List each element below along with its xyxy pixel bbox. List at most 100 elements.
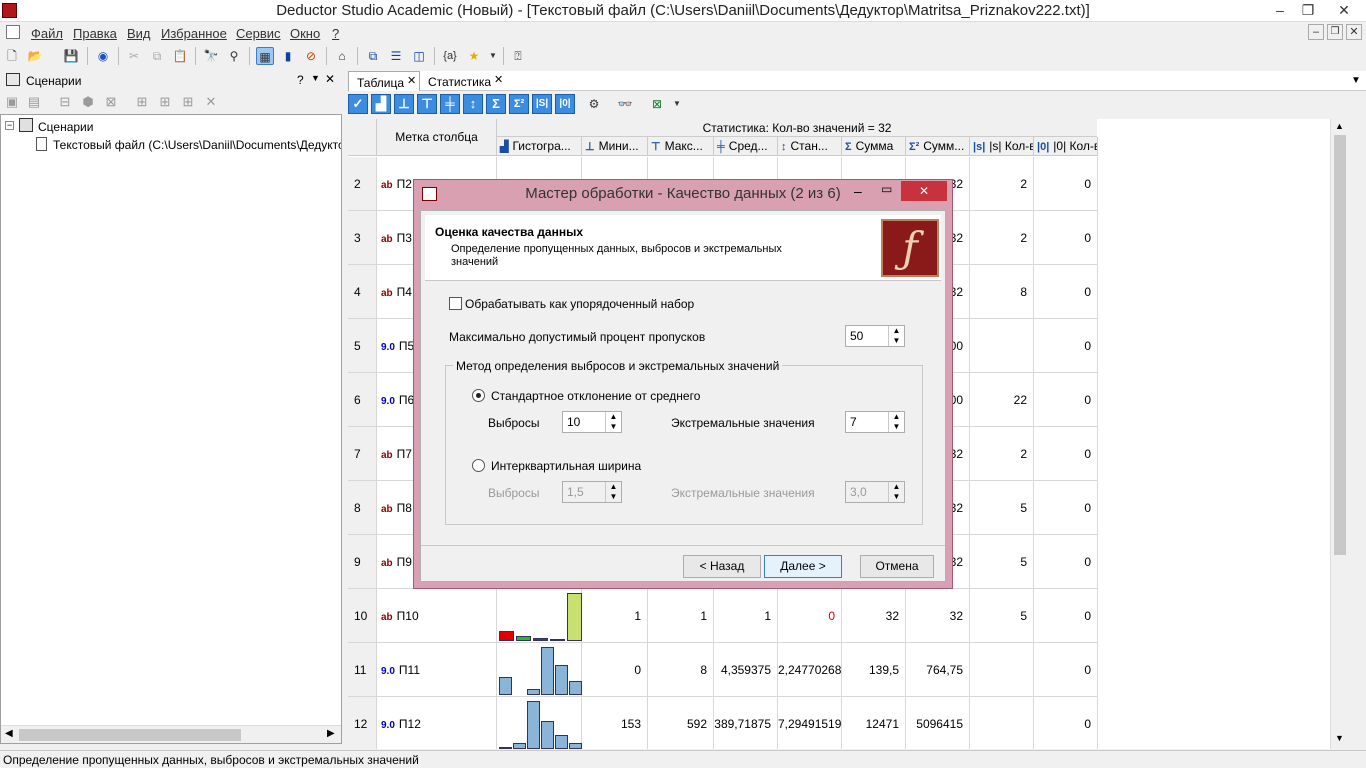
std-icon[interactable]: ↕ — [463, 94, 483, 114]
extreme-std-spinner[interactable]: 7 ▲ ▼ — [845, 411, 905, 433]
export-dropdown-icon[interactable]: ▼ — [668, 95, 686, 113]
scroll-left-icon[interactable]: ◀ — [5, 728, 13, 739]
column-header[interactable]: ▟ Гистогра... — [497, 137, 582, 156]
pane-close-icon[interactable]: ✕ — [325, 72, 335, 86]
tree-item-text-file[interactable]: Текстовый файл (C:\Users\Daniil\Document… — [53, 138, 341, 152]
wizard-icon[interactable]: ▤ — [25, 93, 43, 111]
web-icon[interactable]: ◉ — [94, 47, 112, 65]
horizontal-scrollbar[interactable]: ◀ ▶ — [1, 725, 341, 743]
variables-icon[interactable]: {a} — [441, 47, 459, 65]
menu-window[interactable]: Окно — [290, 26, 320, 41]
close-button[interactable]: ✕ — [1322, 0, 1366, 20]
favorites-dropdown-icon[interactable]: ▼ — [484, 47, 502, 65]
scroll-down-icon[interactable]: ▼ — [1335, 733, 1344, 743]
menu-service[interactable]: Сервис — [236, 26, 281, 41]
mdi-restore-button[interactable]: ❐ — [1327, 24, 1343, 40]
view-icon[interactable]: 👓 — [616, 95, 634, 113]
sum-icon[interactable]: Σ — [486, 94, 506, 114]
mean-icon[interactable]: ╪ — [440, 94, 460, 114]
column-header[interactable]: Σ² Сумм... — [906, 137, 970, 156]
favorites-star-icon[interactable]: ★ — [465, 47, 483, 65]
dialog-minimize-button[interactable]: – — [854, 183, 862, 199]
column-label-header[interactable]: Метка столбца — [377, 119, 497, 156]
open-folder-icon[interactable]: 📂 — [26, 47, 44, 65]
collapse-toggle-icon[interactable]: − — [5, 121, 14, 130]
cut-icon[interactable]: ✂ — [125, 47, 143, 65]
excel-export-icon[interactable]: ⊠ — [648, 95, 666, 113]
tab-table[interactable]: Таблица ✕ — [348, 71, 420, 91]
menu-file[interactable]: Файл — [31, 26, 63, 41]
row-number[interactable]: 7 — [348, 427, 377, 481]
row-number[interactable]: 3 — [348, 211, 377, 265]
delete-icon[interactable]: ✕ — [202, 93, 220, 111]
tree-move-icon[interactable]: ⊞ — [179, 93, 197, 111]
cascade-icon[interactable]: ⧉ — [364, 47, 382, 65]
spinner-arrows-icon[interactable]: ▲ ▼ — [605, 482, 621, 502]
row-label[interactable]: ab П10 — [377, 589, 497, 643]
check-icon[interactable]: ✓ — [348, 94, 368, 114]
copy-icon[interactable]: ⧉ — [148, 47, 166, 65]
extreme-iqr-spinner[interactable]: 3,0 ▲ ▼ — [845, 481, 905, 503]
tab-close-icon[interactable]: ✕ — [407, 74, 416, 87]
menu-help[interactable]: ? — [332, 26, 339, 41]
minimize-button[interactable]: – — [1266, 0, 1294, 20]
column-header[interactable]: ╪ Сред... — [714, 137, 778, 156]
reports-icon[interactable]: ▮ — [279, 47, 297, 65]
scroll-right-icon[interactable]: ▶ — [327, 728, 335, 739]
spinner-arrows-icon[interactable]: ▲ ▼ — [888, 482, 904, 502]
row-label[interactable]: 9.0 П11 — [377, 643, 497, 697]
iqr-method-radio[interactable] — [472, 459, 485, 472]
back-button[interactable]: < Назад — [683, 555, 761, 578]
save-icon[interactable]: 💾 — [62, 47, 80, 65]
row-number[interactable]: 10 — [348, 589, 377, 643]
column-header[interactable]: ↕ Стан... — [778, 137, 842, 156]
ordered-set-checkbox[interactable] — [449, 297, 462, 310]
row-number[interactable]: 2 — [348, 157, 377, 211]
spinner-arrows-icon[interactable]: ▲ ▼ — [888, 326, 904, 346]
next-button[interactable]: Далее > — [764, 555, 842, 578]
dialog-maximize-button[interactable]: ▭ — [881, 182, 892, 196]
column-header[interactable]: ⊥ Мини... — [582, 137, 648, 156]
max-icon[interactable]: ⊤ — [417, 94, 437, 114]
histogram-icon[interactable]: ▟ — [371, 94, 391, 114]
help-icon[interactable]: ⍰ — [509, 47, 527, 65]
tile-horizontal-icon[interactable]: ☰ — [387, 47, 405, 65]
column-header[interactable]: |s||s| Кол-в... — [970, 137, 1034, 156]
tab-statistics[interactable]: Статистика ✕ — [422, 71, 506, 91]
row-number[interactable]: 9 — [348, 535, 377, 589]
spinner-arrows-icon[interactable]: ▲ ▼ — [888, 412, 904, 432]
process-icon[interactable]: ⬢ — [79, 93, 97, 111]
scroll-thumb[interactable] — [19, 729, 241, 741]
add-scenario-icon[interactable]: ▣ — [3, 93, 21, 111]
spinner-arrows-icon[interactable]: ▲ ▼ — [605, 412, 621, 432]
row-number[interactable]: 8 — [348, 481, 377, 535]
outliers-iqr-spinner[interactable]: 1,5 ▲ ▼ — [562, 481, 622, 503]
import-icon[interactable]: ⊟ — [56, 93, 74, 111]
vertical-scrollbar[interactable]: ▲ ▼ — [1330, 119, 1348, 749]
tree-root-label[interactable]: Сценарии — [38, 120, 93, 134]
scenarios-toggle-icon[interactable]: ▦ — [256, 47, 274, 65]
row-number[interactable]: 5 — [348, 319, 377, 373]
outliers-std-spinner[interactable]: 10 ▲ ▼ — [562, 411, 622, 433]
tab-close-icon[interactable]: ✕ — [494, 73, 503, 86]
document-menu-icon[interactable] — [6, 25, 20, 39]
pane-help-button[interactable]: ? — [297, 73, 304, 87]
tree-collapse-icon[interactable]: ⊞ — [156, 93, 174, 111]
new-file-icon[interactable]: 🗋 — [3, 47, 21, 65]
mdi-close-button[interactable]: ✕ — [1346, 24, 1362, 40]
column-header[interactable]: Σ Сумма — [842, 137, 906, 156]
pane-menu-icon[interactable]: ▼ — [311, 73, 320, 83]
find-replace-icon[interactable]: ⚲ — [225, 47, 243, 65]
maximize-button[interactable]: ❐ — [1294, 0, 1322, 20]
export-icon[interactable]: ⊠ — [102, 93, 120, 111]
scroll-up-icon[interactable]: ▲ — [1335, 121, 1344, 131]
min-icon[interactable]: ⊥ — [394, 94, 414, 114]
cancel-button[interactable]: Отмена — [860, 555, 934, 578]
stop-icon[interactable]: ⊘ — [302, 47, 320, 65]
scroll-thumb[interactable] — [1334, 135, 1346, 555]
tree-expand-icon[interactable]: ⊞ — [133, 93, 151, 111]
dialog-close-button[interactable]: ✕ — [901, 181, 947, 201]
menu-edit[interactable]: Правка — [73, 26, 117, 41]
mdi-minimize-button[interactable]: – — [1308, 24, 1324, 40]
sum-squares-icon[interactable]: Σ² — [509, 94, 529, 114]
